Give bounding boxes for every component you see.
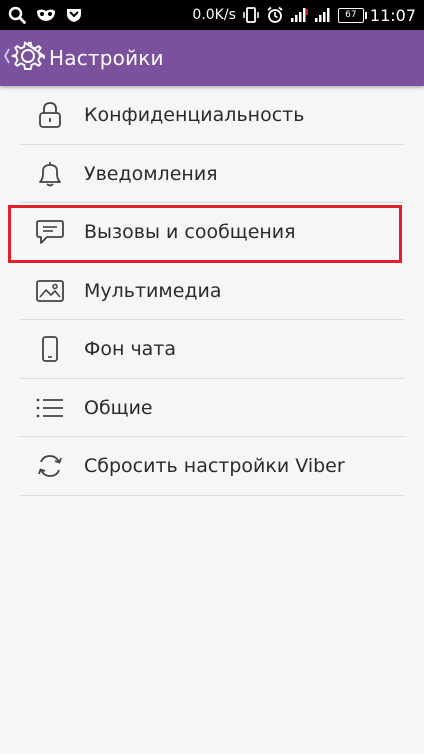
shield-icon [66, 7, 82, 23]
settings-item-chat-background[interactable]: Фон чата [0, 320, 424, 379]
chat-bubble-icon [35, 217, 65, 247]
status-bar-left [8, 6, 82, 24]
settings-list: Конфиденциальность Уведомления Вызовы и … [0, 86, 424, 496]
refresh-icon [35, 451, 65, 481]
alarm-icon [266, 6, 284, 24]
battery-indicator: 67 [337, 7, 367, 23]
back-button[interactable] [3, 39, 47, 77]
settings-item-label: Вызовы и сообщения [84, 221, 296, 244]
vibrate-icon [242, 6, 260, 24]
settings-item-label: Фон чата [84, 338, 177, 361]
network-speed: 0.0K/s [192, 7, 236, 23]
signal-icon [314, 7, 332, 23]
settings-item-multimedia[interactable]: Мультимедиа [0, 262, 424, 321]
signal-icon [290, 7, 308, 23]
settings-item-notifications[interactable]: Уведомления [0, 145, 424, 204]
bell-icon [35, 159, 65, 189]
settings-item-label: Сбросить настройки Viber [84, 455, 345, 478]
list-icon [35, 393, 65, 423]
chevron-left-icon [3, 47, 11, 69]
status-bar: 0.0K/s 67 11:07 [0, 0, 424, 30]
lock-icon [35, 100, 65, 130]
settings-item-label: Общие [84, 396, 153, 419]
settings-item-label: Конфиденциальность [84, 104, 305, 127]
settings-item-reset[interactable]: Сбросить настройки Viber [0, 437, 424, 496]
settings-item-label: Уведомления [84, 162, 218, 185]
image-icon [35, 276, 65, 306]
settings-item-general[interactable]: Общие [0, 379, 424, 438]
settings-item-label: Мультимедиа [84, 279, 222, 302]
clock: 11:07 [369, 5, 416, 25]
settings-item-privacy[interactable]: Конфиденциальность [0, 86, 424, 145]
settings-item-calls-messages[interactable]: Вызовы и сообщения [0, 203, 424, 262]
search-icon [8, 6, 26, 24]
phone-icon [35, 334, 65, 364]
status-bar-right: 0.0K/s 67 11:07 [192, 6, 416, 25]
gear-icon [11, 39, 47, 77]
mask-icon [35, 7, 57, 23]
page-title: Настройки [49, 46, 164, 70]
app-bar: Настройки [0, 30, 424, 86]
